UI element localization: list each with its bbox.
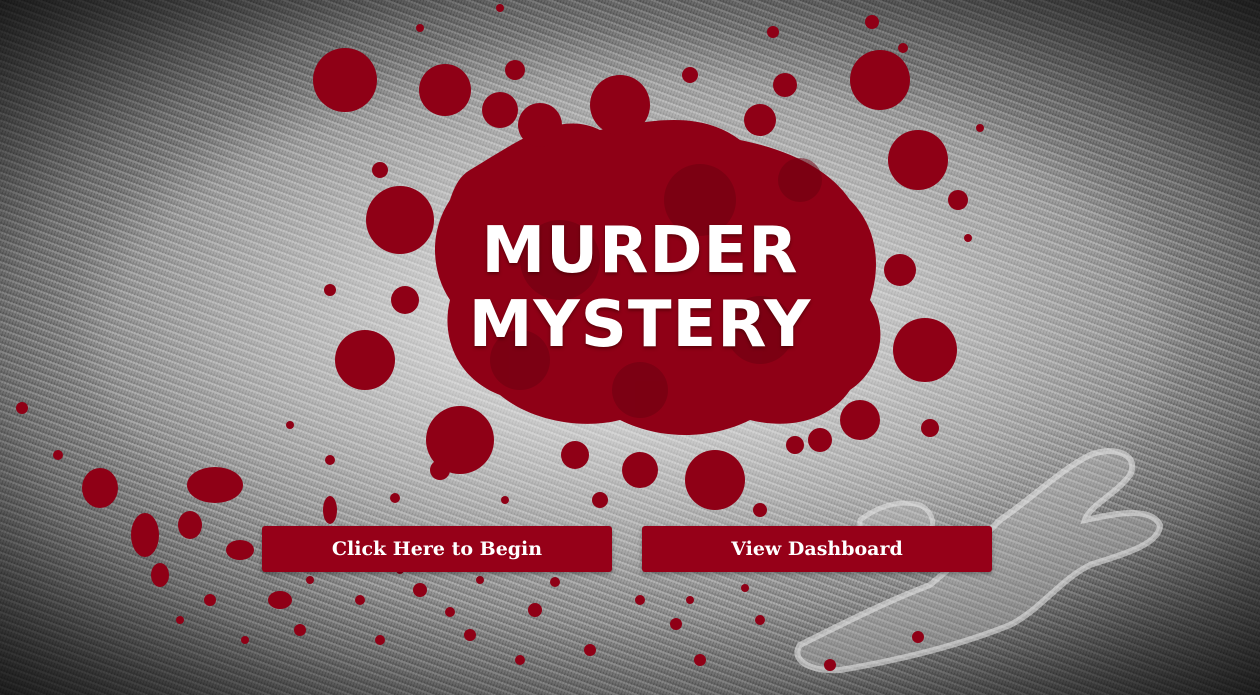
title-line-1: MURDER: [481, 214, 799, 288]
title-line-2: MYSTERY: [468, 288, 812, 362]
game-start-screen: MURDER MYSTERY Click Here to Begin View …: [0, 0, 1260, 695]
game-title: MURDER MYSTERY: [455, 214, 825, 362]
view-dashboard-button[interactable]: View Dashboard: [642, 526, 992, 572]
begin-button[interactable]: Click Here to Begin: [262, 526, 612, 572]
